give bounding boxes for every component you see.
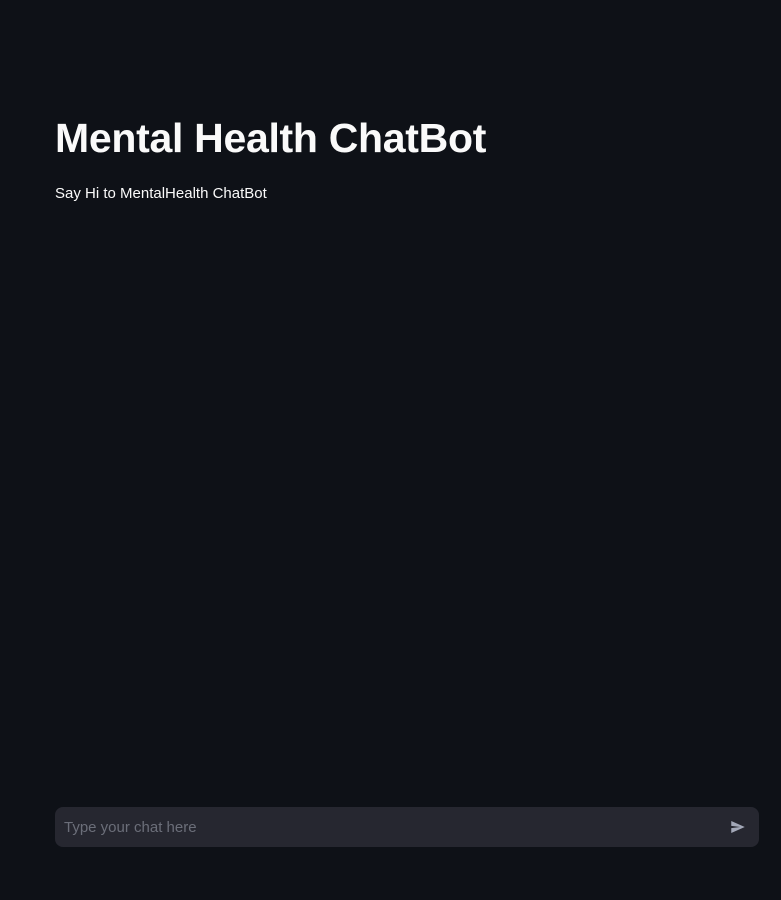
chat-input[interactable]	[64, 807, 727, 847]
send-button[interactable]	[727, 816, 749, 838]
page-subtitle: Say Hi to MentalHealth ChatBot	[55, 185, 267, 202]
app-root: Mental Health ChatBot Say Hi to MentalHe…	[0, 0, 781, 900]
main-content: Mental Health ChatBot Say Hi to MentalHe…	[55, 112, 759, 204]
page-title: Mental Health ChatBot	[55, 115, 487, 161]
send-icon	[731, 821, 745, 833]
chat-input-container	[55, 807, 759, 847]
